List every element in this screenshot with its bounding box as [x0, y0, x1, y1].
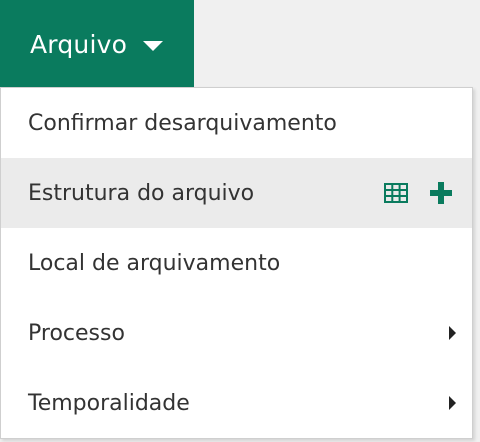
chevron-right-icon	[449, 326, 456, 340]
menu-item-label: Temporalidade	[28, 390, 190, 416]
plus-icon[interactable]	[430, 182, 452, 204]
arquivo-dropdown-menu: Confirmar desarquivamento Estrutura do a…	[0, 87, 473, 439]
arquivo-menu-button[interactable]: Arquivo	[0, 0, 194, 88]
arquivo-menu-label: Arquivo	[30, 29, 128, 59]
menu-item-processo[interactable]: Processo	[1, 298, 472, 368]
menu-item-estrutura-do-arquivo[interactable]: Estrutura do arquivo	[1, 158, 472, 228]
menu-item-label: Processo	[28, 320, 125, 346]
chevron-right-icon	[449, 396, 456, 410]
menu-item-local-de-arquivamento[interactable]: Local de arquivamento	[1, 228, 472, 298]
top-bar: Arquivo	[0, 0, 480, 88]
caret-down-icon	[143, 41, 164, 51]
menu-item-label: Confirmar desarquivamento	[28, 110, 337, 136]
menu-item-confirmar-desarquivamento[interactable]: Confirmar desarquivamento	[1, 88, 472, 158]
grid-icon[interactable]	[384, 183, 408, 203]
menu-item-label: Estrutura do arquivo	[28, 180, 255, 206]
menu-item-actions	[384, 158, 452, 228]
menu-item-temporalidade[interactable]: Temporalidade	[1, 368, 472, 438]
menu-item-label: Local de arquivamento	[28, 250, 281, 276]
